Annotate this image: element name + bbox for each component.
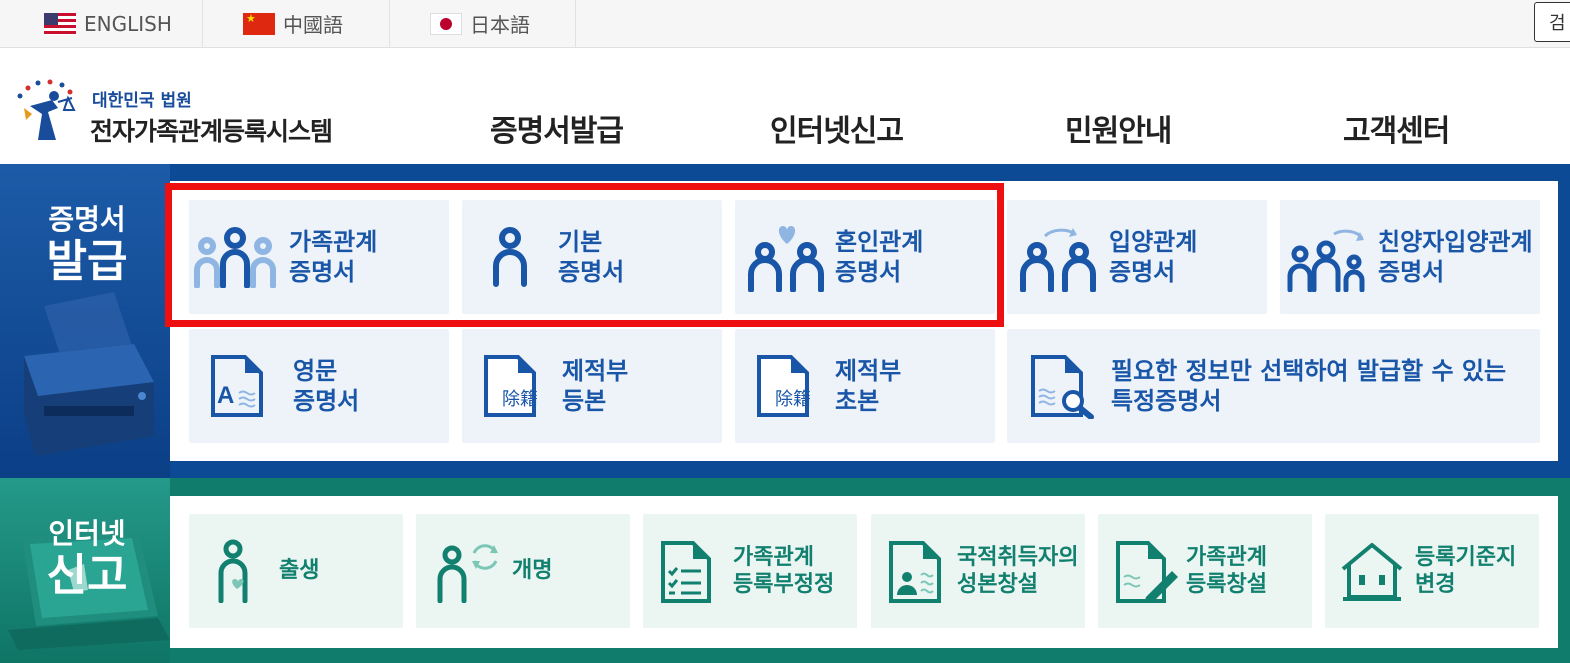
language-label: 日本語 [470, 13, 530, 37]
rename-report-card[interactable]: 개명 [416, 514, 630, 628]
checklist-icon [661, 541, 711, 603]
register-creation-card[interactable]: 가족관계 등록창설 [1098, 514, 1312, 628]
full-adoption-certificate-card[interactable]: 친양자입양관계 증명서 [1280, 200, 1540, 314]
card-label: 국적취득자의 성본창설 [957, 544, 1079, 598]
specific-certificate-card[interactable]: 필요한 정보만 선택하여 발급할 수 있는 특정증명서 [1007, 329, 1540, 443]
us-flag-icon [44, 12, 76, 35]
svg-text:除籍: 除籍 [775, 389, 811, 410]
card-label: 입양관계 증명서 [1109, 228, 1198, 286]
document-pen-icon [1116, 541, 1178, 603]
adoption-relation-certificate-card[interactable]: 입양관계 증명서 [1007, 200, 1267, 314]
nav-internet-report[interactable]: 인터넷신고 [770, 106, 904, 150]
nav-certificates[interactable]: 증명서발급 [490, 106, 624, 150]
card-label: 가족관계 등록창설 [1186, 544, 1267, 598]
search-button[interactable]: 검 [1534, 2, 1570, 42]
court-logo-icon[interactable] [12, 78, 84, 144]
card-label: 필요한 정보만 선택하여 발급할 수 있는 특정증명서 [1111, 357, 1507, 415]
japan-flag-icon [430, 12, 462, 35]
card-label: 가족관계 등록부정정 [733, 544, 835, 598]
nav-customer-center[interactable]: 고객센터 [1343, 106, 1450, 150]
card-label: 제적부 등본 [562, 357, 629, 415]
card-label: 친양자입양관계 증명서 [1378, 228, 1533, 286]
surname-origin-creation-card[interactable]: 국적취득자의 성본창설 [871, 514, 1085, 628]
logo-subtitle: 대한민국 법원 [92, 91, 192, 111]
svg-text:A: A [217, 382, 234, 409]
removed-register-extract-card[interactable]: 除籍 제적부 초본 [735, 329, 995, 443]
registration-base-change-card[interactable]: 등록기준지 변경 [1325, 514, 1539, 628]
card-label: 개명 [512, 558, 553, 584]
house-icon [1341, 543, 1403, 601]
certificate-section-title: 증명서 발급 [46, 203, 128, 287]
china-flag-icon [243, 12, 275, 35]
svg-text:除籍: 除籍 [502, 389, 538, 410]
site-header: 대한민국 법원 전자가족관계등록시스템 증명서발급 인터넷신고 민원안내 고객센… [0, 48, 1570, 164]
english-document-icon: A [211, 355, 263, 417]
rename-icon [437, 544, 498, 603]
adoption-icon [1020, 228, 1096, 292]
language-english-link[interactable]: ENGLISH [0, 0, 203, 47]
language-japanese-link[interactable]: 日本語 [390, 0, 576, 47]
logo-title[interactable]: 전자가족관계등록시스템 [90, 112, 333, 148]
card-label: 영문 증명서 [293, 357, 360, 415]
printer-icon [24, 292, 154, 456]
card-label: 출생 [279, 558, 320, 584]
card-label: 제적부 초본 [835, 357, 902, 415]
id-document-icon [889, 541, 941, 603]
highlight-box [165, 183, 1004, 327]
english-certificate-card[interactable]: A 영문 증명서 [189, 329, 449, 443]
language-label: ENGLISH [84, 11, 172, 36]
register-correction-card[interactable]: 가족관계 등록부정정 [643, 514, 857, 628]
language-bar: ENGLISH 中國語 日本語 검 [0, 0, 1570, 48]
full-adoption-icon [1287, 229, 1365, 292]
removed-register-icon: 除籍 [757, 355, 811, 417]
card-label: 등록기준지 변경 [1415, 544, 1517, 598]
language-chinese-link[interactable]: 中國語 [203, 0, 390, 47]
removed-register-icon: 除籍 [484, 355, 538, 417]
removed-register-copy-card[interactable]: 除籍 제적부 등본 [462, 329, 722, 443]
birth-icon [218, 539, 248, 603]
nav-civil-guide[interactable]: 민원안내 [1065, 106, 1172, 150]
language-label: 中國語 [283, 13, 343, 37]
report-section-title: 인터넷 신고 [46, 517, 128, 601]
document-search-icon [1031, 355, 1094, 419]
birth-report-card[interactable]: 출생 [189, 514, 403, 628]
